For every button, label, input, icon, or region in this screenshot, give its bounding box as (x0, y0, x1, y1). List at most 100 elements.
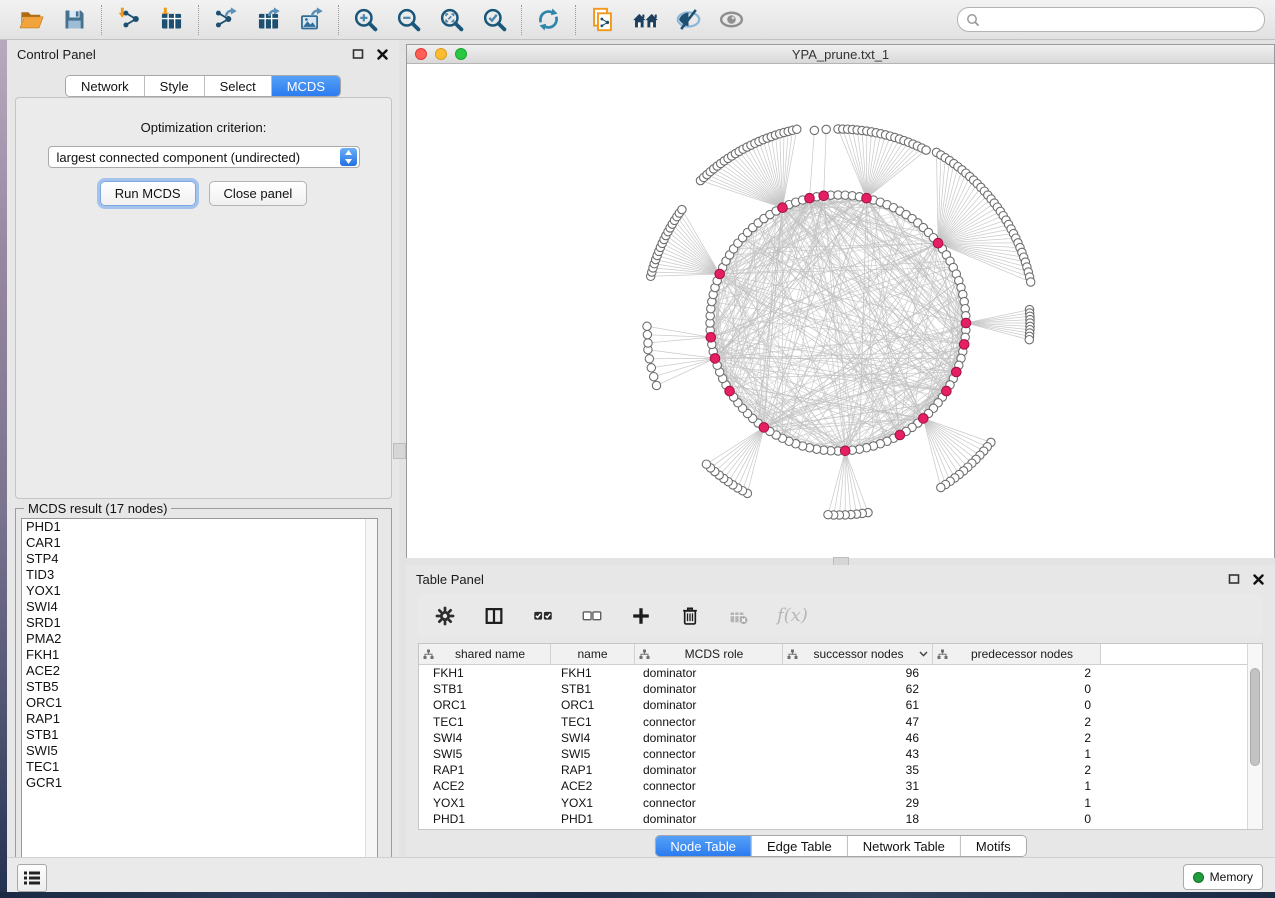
import-network-button[interactable] (107, 4, 150, 36)
float-icon[interactable] (349, 45, 367, 63)
zoom-selected-button[interactable] (473, 4, 516, 36)
graph-node[interactable] (922, 146, 930, 154)
mcds-node[interactable] (710, 354, 720, 364)
table-settings-button[interactable] (434, 605, 456, 627)
first-neighbors-button[interactable] (624, 4, 667, 36)
table-row[interactable]: STB1STB1dominator620 (419, 681, 1262, 697)
table-row[interactable]: FKH1FKH1dominator962 (419, 665, 1262, 681)
mcds-node[interactable] (805, 193, 815, 203)
refresh-layout-button[interactable] (527, 4, 570, 36)
table-row[interactable]: PHD1PHD1dominator180 (419, 811, 1262, 827)
horizontal-splitter[interactable] (406, 558, 1275, 565)
new-network-from-selection-button[interactable] (581, 4, 624, 36)
table-row[interactable]: ACE2ACE2connector311 (419, 778, 1262, 794)
result-list-item[interactable]: STB1 (22, 727, 377, 743)
graph-node[interactable] (937, 483, 945, 491)
close-icon[interactable] (1249, 570, 1267, 588)
result-list-item[interactable]: SRD1 (22, 615, 377, 631)
graph-node[interactable] (822, 125, 830, 133)
result-list-item[interactable]: SWI5 (22, 743, 377, 759)
network-canvas[interactable] (407, 64, 1274, 558)
result-list-item[interactable]: RAP1 (22, 711, 377, 727)
table-row[interactable]: ORC1ORC1dominator610 (419, 697, 1262, 713)
import-table-button[interactable] (150, 4, 193, 36)
export-image-button[interactable] (290, 4, 333, 36)
run-mcds-button[interactable]: Run MCDS (100, 181, 196, 206)
show-columns-button[interactable] (483, 605, 505, 627)
result-list-item[interactable]: ORC1 (22, 695, 377, 711)
table-row[interactable]: TEC1TEC1connector472 (419, 714, 1262, 730)
graph-node[interactable] (652, 381, 660, 389)
table-tab-edge-table[interactable]: Edge Table (751, 836, 847, 856)
result-list-item[interactable]: ACE2 (22, 663, 377, 679)
vertical-splitter[interactable] (399, 40, 406, 857)
mcds-node[interactable] (840, 446, 850, 456)
mcds-node[interactable] (819, 191, 829, 201)
graph-node[interactable] (678, 205, 686, 213)
mcds-node[interactable] (725, 386, 735, 396)
network-window-titlebar[interactable]: YPA_prune.txt_1 (407, 45, 1274, 64)
zoom-in-button[interactable] (344, 4, 387, 36)
result-list-item[interactable]: TID3 (22, 567, 377, 583)
table-tab-motifs[interactable]: Motifs (960, 836, 1026, 856)
result-list-item[interactable]: SWI4 (22, 599, 377, 615)
save-session-button[interactable] (53, 4, 96, 36)
table-tab-node-table[interactable]: Node Table (655, 836, 751, 856)
result-list-scrollbar[interactable] (365, 519, 377, 876)
graph-node[interactable] (793, 125, 801, 133)
result-list-item[interactable]: STP4 (22, 551, 377, 567)
mcds-node[interactable] (961, 318, 971, 328)
result-list-item[interactable]: YOX1 (22, 583, 377, 599)
mcds-node[interactable] (862, 193, 872, 203)
result-list-item[interactable]: TEC1 (22, 759, 377, 775)
column-header-name[interactable]: name (551, 644, 635, 664)
search-input[interactable] (985, 11, 1256, 28)
graph-node[interactable] (647, 364, 655, 372)
column-header-predecessor-nodes[interactable]: predecessor nodes (933, 644, 1101, 664)
add-row-button[interactable] (630, 605, 652, 627)
close-traffic-light[interactable] (415, 48, 427, 60)
table-tab-network-table[interactable]: Network Table (847, 836, 960, 856)
result-list-item[interactable]: PHD1 (22, 519, 377, 535)
mcds-node[interactable] (759, 423, 769, 433)
maximize-traffic-light[interactable] (455, 48, 467, 60)
mcds-node[interactable] (706, 333, 716, 343)
table-scrollbar[interactable] (1247, 644, 1262, 829)
graph-node[interactable] (643, 322, 651, 330)
tab-mcds[interactable]: MCDS (271, 76, 340, 96)
tab-style[interactable]: Style (144, 76, 204, 96)
zoom-fit-button[interactable] (430, 4, 473, 36)
mcds-node[interactable] (959, 340, 969, 350)
table-row[interactable]: RAP1RAP1dominator352 (419, 762, 1262, 778)
graph-node[interactable] (810, 126, 818, 134)
graph-node[interactable] (702, 460, 710, 468)
show-all-button[interactable] (710, 4, 753, 36)
graph-node[interactable] (650, 373, 658, 381)
minimize-traffic-light[interactable] (435, 48, 447, 60)
result-list-item[interactable]: STB5 (22, 679, 377, 695)
export-table-button[interactable] (247, 4, 290, 36)
close-icon[interactable] (373, 45, 391, 63)
deselect-all-button[interactable] (581, 605, 603, 627)
result-list-item[interactable]: FKH1 (22, 647, 377, 663)
tab-network[interactable]: Network (66, 76, 144, 96)
graph-node[interactable] (644, 339, 652, 347)
graph-node[interactable] (1027, 278, 1035, 286)
result-list-item[interactable]: CAR1 (22, 535, 377, 551)
node-table[interactable]: shared namenameMCDS rolesuccessor nodesp… (418, 643, 1263, 830)
mcds-node[interactable] (778, 203, 788, 213)
result-list-item[interactable]: GCR1 (22, 775, 377, 791)
graph-node[interactable] (824, 511, 832, 519)
mcds-node[interactable] (933, 238, 943, 248)
table-scrollbar-thumb[interactable] (1250, 668, 1260, 766)
column-header-successor-nodes[interactable]: successor nodes (783, 644, 933, 664)
graph-node[interactable] (1025, 336, 1033, 344)
memory-button[interactable]: Memory (1183, 864, 1263, 890)
tab-select[interactable]: Select (204, 76, 271, 96)
table-row[interactable]: SWI4SWI4dominator462 (419, 730, 1262, 746)
graph-node[interactable] (645, 355, 653, 363)
float-icon[interactable] (1225, 570, 1243, 588)
mcds-node[interactable] (952, 367, 962, 377)
column-header-shared-name[interactable]: shared name (419, 644, 551, 664)
search-box[interactable] (957, 7, 1265, 32)
